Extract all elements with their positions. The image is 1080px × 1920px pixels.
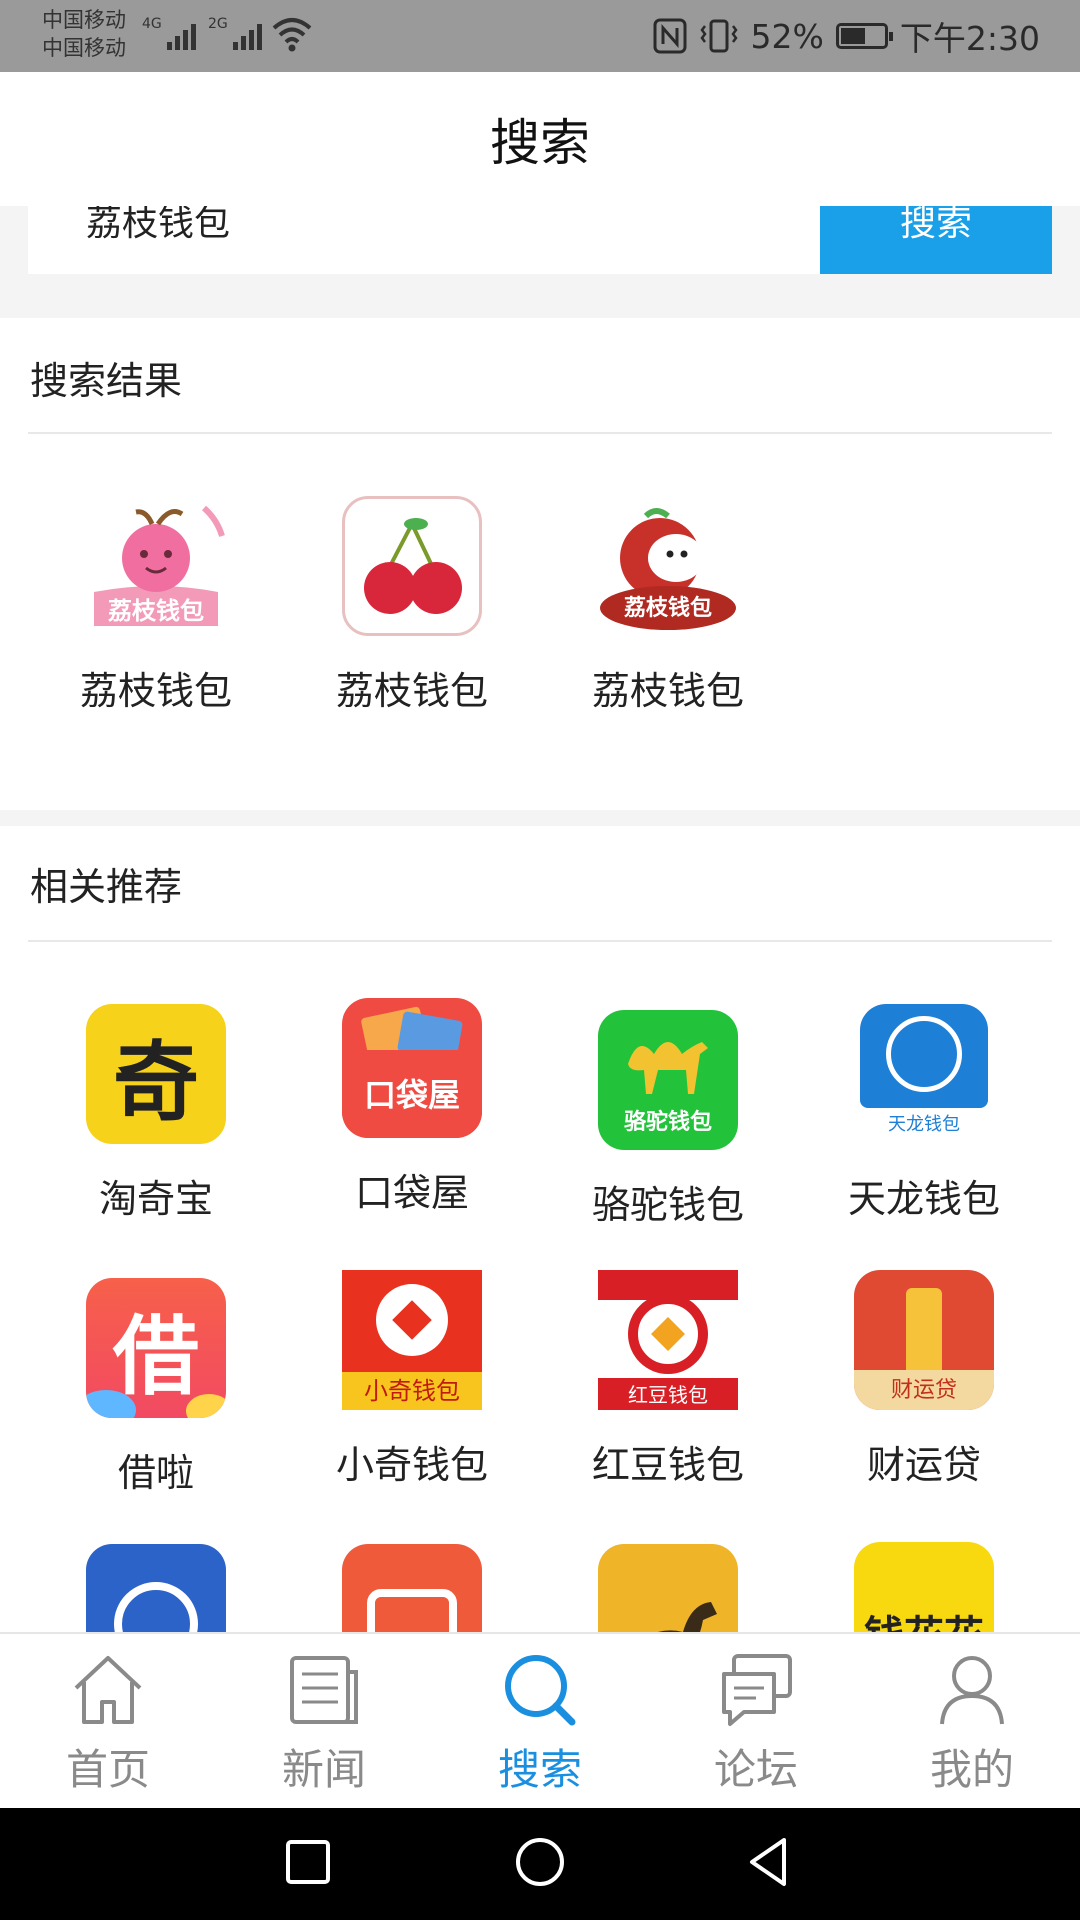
battery-icon (835, 23, 893, 49)
icon-text: 荔枝钱包 (623, 596, 712, 621)
app-name: 淘奇宝 (98, 1177, 213, 1221)
taoqibao-icon: 奇 (86, 1004, 226, 1144)
lychee-red-icon: 荔枝钱包 (598, 496, 738, 636)
recommend-app-caiyundai[interactable]: 财运贷 财运贷 (796, 1270, 1052, 1489)
tianlong-icon: 天龙钱包 (854, 1004, 994, 1144)
wifi-icon (272, 18, 312, 52)
search-input[interactable]: 荔枝钱包 (28, 206, 820, 274)
results-title: 搜索结果 (30, 359, 183, 403)
cherry-icon (342, 496, 482, 636)
nav-label: 新闻 (281, 1745, 366, 1794)
lychee-pink-icon: 荔枝钱包 (86, 496, 226, 636)
recommend-app-taoqibao[interactable]: 奇 淘奇宝 (28, 1004, 284, 1223)
nav-news[interactable]: 新闻 (216, 1634, 432, 1810)
result-app-1[interactable]: 荔枝钱包 荔枝钱包 (28, 496, 284, 715)
nav-label: 论坛 (713, 1745, 798, 1794)
app-name: 借啦 (117, 1451, 194, 1495)
app-name: 财运贷 (866, 1443, 981, 1487)
recommend-app-9[interactable] (28, 1544, 284, 1632)
qianhuahua-icon: 钱花花 (854, 1542, 994, 1632)
home-button-icon[interactable] (514, 1836, 566, 1888)
app-name: 荔枝钱包 (335, 669, 488, 713)
recommend-title: 相关推荐 (30, 865, 183, 909)
app-name: 小奇钱包 (335, 1443, 488, 1487)
recommend-app-10[interactable] (284, 1544, 540, 1632)
carrier-labels: 中国移动 中国移动 (42, 6, 126, 62)
battery-percent: 52% (750, 16, 824, 56)
recommend-app-11[interactable] (540, 1544, 796, 1632)
app-name: 荔枝钱包 (591, 669, 744, 713)
xiaoqi-icon: 小奇钱包 (342, 1270, 482, 1410)
recommend-app-xiaoqi[interactable]: 小奇钱包 小奇钱包 (284, 1270, 540, 1489)
app-name: 口袋屋 (354, 1171, 469, 1215)
search-query: 荔枝钱包 (86, 206, 231, 244)
back-icon[interactable] (744, 1836, 792, 1888)
search-button[interactable]: 搜索 (820, 206, 1052, 274)
page-title: 搜索 (0, 72, 1080, 206)
recommend-app-koudaiwu[interactable]: 口袋屋 口袋屋 (284, 998, 540, 1217)
signal-2g-icon: 2G (208, 16, 262, 50)
carrier-2: 中国移动 (42, 36, 126, 60)
nfc-icon (653, 18, 687, 54)
nav-me[interactable]: 我的 (864, 1634, 1080, 1810)
app-name: 天龙钱包 (847, 1177, 1000, 1221)
signal-4g-icon: 4G (142, 16, 196, 50)
nav-label: 我的 (929, 1745, 1014, 1794)
divider (28, 940, 1052, 942)
bottom-nav: 首页 新闻 搜索 论坛 我的 (0, 1632, 1080, 1810)
red-logo-icon (342, 1544, 482, 1632)
recommend-app-hongdou[interactable]: 红豆钱包 红豆钱包 (540, 1270, 796, 1489)
recommend-app-jiela[interactable]: 借 借啦 (28, 1278, 284, 1497)
nav-home[interactable]: 首页 (0, 1634, 216, 1810)
recommend-app-qianhuahua[interactable]: 钱花花 (796, 1542, 1052, 1632)
nav-forum[interactable]: 论坛 (648, 1634, 864, 1810)
app-name: 骆驼钱包 (591, 1183, 744, 1227)
home-icon (74, 1656, 142, 1724)
camel-icon: 骆驼钱包 (598, 1010, 738, 1150)
forum-icon (722, 1654, 792, 1726)
carrier-1: 中国移动 (42, 8, 126, 32)
vibrate-icon (699, 19, 738, 53)
hongdou-icon: 红豆钱包 (598, 1270, 738, 1410)
search-button-label: 搜索 (899, 206, 972, 244)
icon-text: 荔枝钱包 (108, 597, 204, 625)
recent-apps-icon[interactable] (284, 1836, 332, 1888)
nav-label: 首页 (65, 1745, 150, 1794)
status-bar: 中国移动 中国移动 4G 2G 52% 下午2:30 (0, 0, 1080, 72)
clock: 下午2:30 (899, 19, 1040, 58)
status-right: 52% 下午2:30 (653, 12, 1040, 60)
search-bar: 荔枝钱包 搜索 (0, 206, 1080, 316)
jiela-icon: 借 (86, 1278, 226, 1418)
coin-logo-icon (86, 1544, 226, 1632)
horse-icon (598, 1544, 738, 1632)
nav-label: 搜索 (497, 1745, 582, 1794)
app-name: 荔枝钱包 (79, 669, 232, 713)
news-icon (290, 1656, 358, 1724)
nav-search[interactable]: 搜索 (432, 1634, 648, 1810)
user-icon (940, 1656, 1004, 1725)
search-icon (505, 1655, 576, 1726)
search-results-section: 搜索结果 荔枝钱包 荔枝钱包 荔枝钱包 荔枝钱包 荔枝钱包 (0, 318, 1080, 810)
divider (28, 432, 1052, 434)
system-nav-bar (0, 1808, 1080, 1920)
koudaiwu-icon: 口袋屋 (342, 998, 482, 1138)
result-app-2[interactable]: 荔枝钱包 (284, 496, 540, 715)
recommend-app-tianlong[interactable]: 天龙钱包 天龙钱包 (796, 1004, 1052, 1223)
app-name: 红豆钱包 (591, 1443, 744, 1487)
recommend-app-luotuo[interactable]: 骆驼钱包 骆驼钱包 (540, 1010, 796, 1229)
recommend-section: 相关推荐 奇 淘奇宝 口袋屋 口袋屋 骆驼钱包 骆驼钱包 天龙钱包 天龙钱包 借… (0, 826, 1080, 1632)
caiyundai-icon: 财运贷 (854, 1270, 994, 1410)
result-app-3[interactable]: 荔枝钱包 荔枝钱包 (540, 496, 796, 715)
